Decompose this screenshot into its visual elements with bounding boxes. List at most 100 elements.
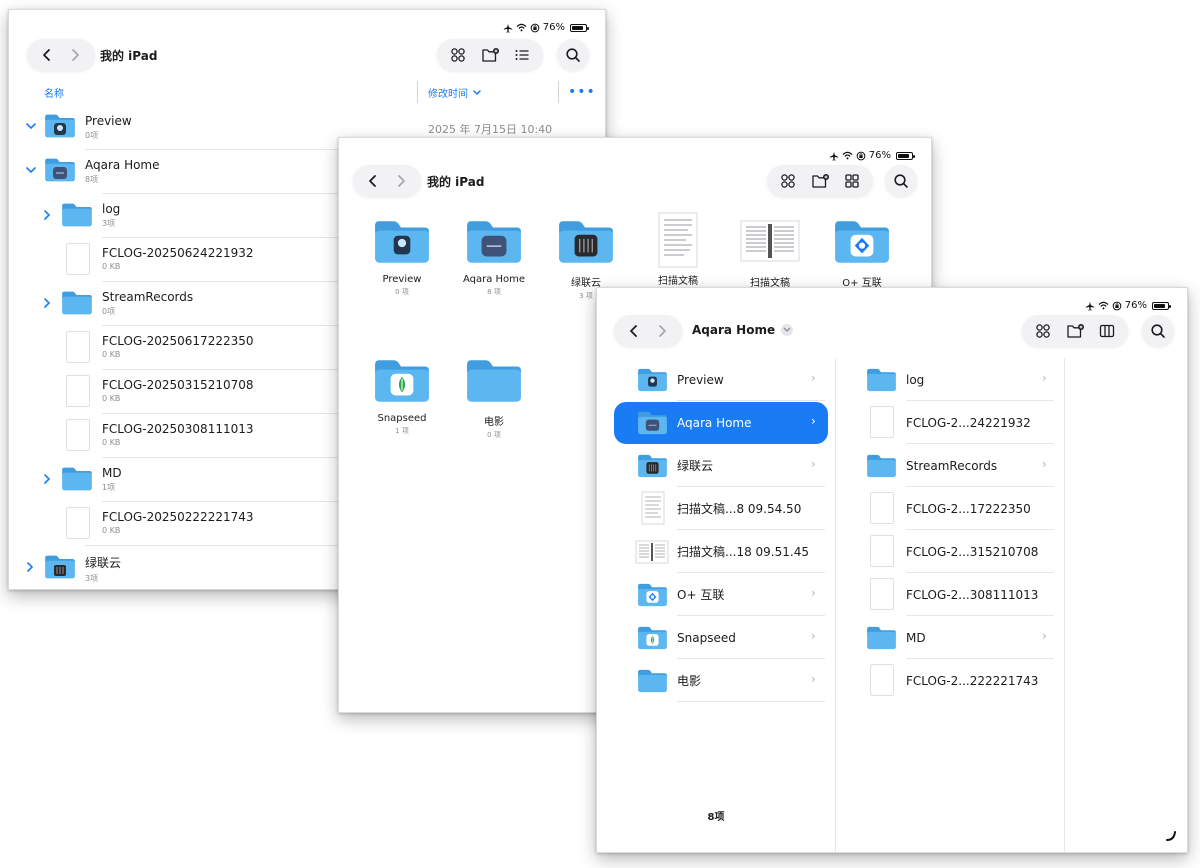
resize-handle-icon[interactable] (1165, 830, 1177, 842)
wifi-icon (842, 151, 853, 160)
chevron-right-icon: › (1042, 629, 1047, 643)
chevron-down-icon[interactable] (26, 122, 36, 130)
item-name: 扫描文稿 (658, 276, 698, 287)
grid-item[interactable]: 扫描文稿 (639, 212, 717, 287)
chevron-right-icon[interactable] (43, 298, 51, 308)
back-button[interactable] (621, 318, 647, 344)
column-view-window: 76% Aqara Home Preview › Aqara Home › 绿联… (596, 287, 1188, 853)
folder-icon (866, 453, 897, 479)
more-options-button[interactable]: ••• (568, 84, 596, 100)
list-item[interactable]: Snapseed › (597, 616, 835, 659)
chevron-right-icon (67, 47, 83, 63)
list-item[interactable]: log › (836, 358, 1064, 401)
view-columns-button[interactable] (1094, 318, 1120, 344)
item-name: log (102, 202, 121, 216)
search-button[interactable] (1142, 315, 1174, 347)
list-item[interactable]: Preview › (597, 358, 835, 401)
forward-button[interactable] (388, 168, 414, 194)
file-icon (870, 492, 894, 524)
chevron-right-icon: › (811, 457, 816, 471)
grid-item[interactable]: Preview 0 项 (363, 218, 441, 297)
column-header-name[interactable]: 名称 (44, 85, 64, 100)
app-folder-icon (373, 218, 431, 266)
group-button[interactable] (1030, 318, 1056, 344)
view-list-button[interactable] (509, 42, 535, 68)
grid-item[interactable]: Snapseed 1 项 (363, 357, 441, 436)
list-item[interactable]: O+ 互联 › (597, 573, 835, 616)
list-item[interactable]: 电影 › (597, 659, 835, 702)
group-icon (450, 47, 466, 63)
group-button[interactable] (775, 168, 801, 194)
back-button[interactable] (34, 42, 60, 68)
chevron-down-icon (473, 89, 481, 95)
item-name: Aqara Home (462, 274, 526, 285)
grid-item[interactable]: O+ 互联 (823, 218, 901, 289)
chevron-down-icon (781, 324, 794, 336)
list-item[interactable]: StreamRecords › (836, 444, 1064, 487)
forward-button[interactable] (649, 318, 675, 344)
item-meta: 0项 (102, 307, 116, 316)
list-item[interactable]: FCLOG-2...24221932 (836, 401, 1064, 444)
aqara-folder-icon (465, 218, 523, 266)
list-item[interactable]: 扫描文稿...8 09.54.50 (597, 487, 835, 530)
snapseed-folder-icon (373, 357, 431, 405)
chevron-right-icon (654, 323, 670, 339)
list-item[interactable]: FCLOG-2...315210708 (836, 530, 1064, 573)
chevron-right-icon: › (811, 672, 816, 686)
item-name: FCLOG-2...308111013 (906, 587, 1039, 602)
grid-item[interactable]: 扫描文稿 (731, 218, 809, 289)
item-meta: 0项 (85, 131, 99, 140)
chevron-left-icon (39, 47, 55, 63)
item-name: Aqara Home (677, 415, 752, 430)
chevron-down-icon[interactable] (26, 166, 36, 174)
grid-item[interactable]: 电影 0 项 (455, 357, 533, 440)
nav-buttons (614, 315, 682, 347)
battery-text: 76% (868, 150, 891, 161)
item-name: MD (906, 630, 926, 645)
item-meta: 3项 (85, 574, 99, 583)
column-header-date[interactable]: 修改时间 (428, 85, 482, 100)
scanned-document-icon (635, 540, 669, 564)
list-item[interactable]: 扫描文稿...18 09.51.45 (597, 530, 835, 573)
new-folder-button[interactable] (477, 42, 503, 68)
chevron-right-icon[interactable] (43, 210, 51, 220)
item-name: FCLOG-20250617222350 (102, 334, 254, 348)
item-meta: 1项 (102, 483, 116, 492)
item-meta: 1 项 (395, 427, 409, 435)
view-grid-button[interactable] (839, 168, 865, 194)
chevron-right-icon[interactable] (26, 562, 34, 572)
list-item[interactable]: 绿联云 › (597, 444, 835, 487)
status-bar: 76% (1085, 300, 1171, 311)
group-icon (780, 173, 796, 189)
item-name: FCLOG-2...17222350 (906, 501, 1031, 516)
forward-button[interactable] (62, 42, 88, 68)
list-item[interactable]: FCLOG-2...17222350 (836, 487, 1064, 530)
item-name: FCLOG-2...222221743 (906, 673, 1039, 688)
item-meta: 0 KB (102, 262, 121, 271)
search-button[interactable] (557, 39, 589, 71)
item-name: MD (102, 466, 122, 480)
new-folder-button[interactable] (807, 168, 833, 194)
oplus-folder-icon (833, 218, 891, 266)
battery-icon (570, 23, 589, 32)
item-name: FCLOG-2...24221932 (906, 415, 1031, 430)
nas-folder-icon (637, 453, 668, 479)
list-item[interactable]: FCLOG-2...222221743 (836, 659, 1064, 702)
search-button[interactable] (885, 165, 917, 197)
back-button[interactable] (360, 168, 386, 194)
new-folder-button[interactable] (1062, 318, 1088, 344)
item-name: FCLOG-20250222221743 (102, 510, 254, 524)
chevron-right-icon[interactable] (43, 474, 51, 484)
list-item[interactable]: FCLOG-2...308111013 (836, 573, 1064, 616)
list-item[interactable]: MD › (836, 616, 1064, 659)
item-name: Preview (85, 114, 132, 128)
snapseed-folder-icon (637, 625, 668, 651)
grid-item[interactable]: Aqara Home 8 项 (455, 218, 533, 297)
folder-icon (866, 625, 897, 651)
title-menu[interactable]: Aqara Home (692, 323, 794, 337)
group-button[interactable] (445, 42, 471, 68)
column-right: log › FCLOG-2...24221932 StreamRecords ›… (836, 358, 1064, 708)
new-folder-icon (1066, 323, 1085, 339)
airplane-icon (829, 151, 839, 161)
list-item-selected[interactable]: Aqara Home › (597, 401, 835, 444)
